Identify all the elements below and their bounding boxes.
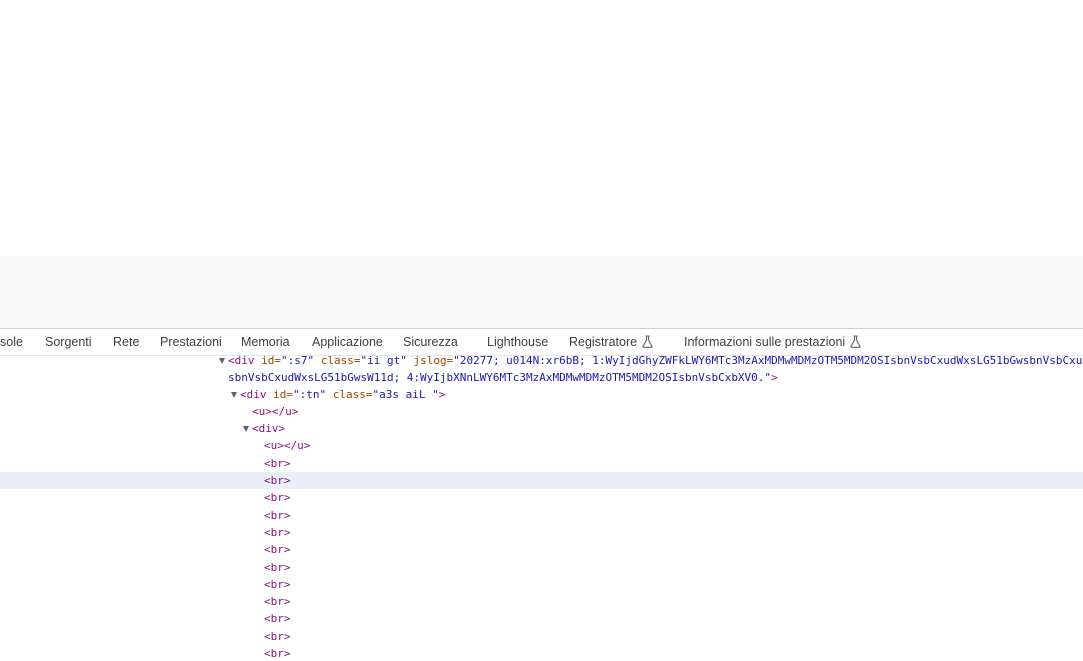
tab-memory[interactable]: Memoria bbox=[241, 329, 290, 355]
tag-br: <br> bbox=[264, 457, 291, 470]
dom-node-br[interactable]: <br> bbox=[0, 628, 1083, 645]
tab-console[interactable]: sole bbox=[0, 329, 23, 355]
tag-br: <br> bbox=[264, 578, 291, 591]
dom-node-br[interactable]: <br> bbox=[0, 507, 1083, 524]
attr-name: class= bbox=[314, 356, 361, 367]
tag-br: <br> bbox=[264, 526, 291, 539]
tag-br: <br> bbox=[264, 630, 291, 643]
tag-br: <br> bbox=[264, 474, 291, 487]
tab-security[interactable]: Sicurezza bbox=[403, 329, 458, 355]
attr-name: class= bbox=[326, 388, 373, 401]
attr-name: jslog= bbox=[406, 356, 454, 367]
attr-value: "a3s aiL " bbox=[372, 388, 439, 401]
tag-open: <div bbox=[240, 388, 267, 401]
dom-node-div-tn[interactable]: <div id=":tn" class="a3s aiL "> bbox=[0, 386, 1083, 403]
devtools-tabbar: sole Sorgenti Rete Prestazioni Memoria A… bbox=[0, 328, 1083, 356]
tag-close: > bbox=[771, 371, 778, 384]
attr-value: sbnVsbCxudWxsLG51bGwsW11d; 4:WyIjbXNnLWY… bbox=[228, 371, 772, 384]
dom-node-br[interactable]: <br> bbox=[0, 489, 1083, 506]
dom-node-br[interactable]: <br> bbox=[0, 455, 1083, 472]
attr-value: "ii gt" bbox=[360, 356, 407, 367]
tag-br: <br> bbox=[264, 612, 291, 625]
dom-node-u[interactable]: <u></u> bbox=[0, 437, 1083, 454]
attr-value: "20277; u014N:xr6bB; 1:WyIjdGhyZWFkLWY6M… bbox=[453, 356, 1083, 367]
viewport-bottom-area bbox=[0, 256, 1083, 328]
dom-node-div[interactable]: <div> bbox=[0, 420, 1083, 437]
tag-br: <br> bbox=[264, 595, 291, 608]
tag-br: <br> bbox=[264, 647, 291, 660]
attr-value: ":s7" bbox=[281, 356, 315, 367]
tag-u: <u></u> bbox=[264, 439, 311, 452]
attr-name: id= bbox=[266, 388, 293, 401]
tag-u: <u></u> bbox=[252, 405, 299, 418]
tab-performance[interactable]: Prestazioni bbox=[160, 329, 222, 355]
tab-performance-insights[interactable]: Informazioni sulle prestazioni bbox=[684, 329, 861, 355]
dom-node-br[interactable]: <br> bbox=[0, 645, 1083, 661]
dom-node-br[interactable]: <br> bbox=[0, 559, 1083, 576]
attr-name: id= bbox=[254, 356, 281, 367]
tab-lighthouse[interactable]: Lighthouse bbox=[487, 329, 548, 355]
tag-close: > bbox=[438, 388, 446, 401]
tab-performance-insights-label: Informazioni sulle prestazioni bbox=[684, 335, 846, 349]
tab-application[interactable]: Applicazione bbox=[312, 329, 383, 355]
tag-br: <br> bbox=[264, 543, 291, 556]
tag-br: <br> bbox=[264, 561, 291, 574]
tag-open: <div bbox=[228, 356, 255, 367]
attr-value: ":tn" bbox=[293, 388, 327, 401]
dom-node-u[interactable]: <u></u> bbox=[0, 403, 1083, 420]
dom-node-br[interactable]: <br> bbox=[0, 593, 1083, 610]
dom-node-br[interactable]: <br> bbox=[0, 541, 1083, 558]
tag-br: <br> bbox=[264, 509, 291, 522]
tag-div: <div> bbox=[252, 422, 286, 435]
flask-icon bbox=[642, 335, 653, 348]
tab-sources[interactable]: Sorgenti bbox=[45, 329, 92, 355]
dom-node-br[interactable]: <br> bbox=[0, 610, 1083, 627]
dom-node-br[interactable]: <br> bbox=[0, 576, 1083, 593]
tag-br: <br> bbox=[264, 491, 291, 504]
tab-recorder[interactable]: Registratore bbox=[569, 329, 653, 355]
elements-dom-tree: <div id=":s7" class="ii gt" jslog="20277… bbox=[0, 356, 1083, 661]
expand-triangle-icon[interactable] bbox=[243, 426, 249, 432]
tab-network[interactable]: Rete bbox=[113, 329, 139, 355]
dom-node-div-s7-continued[interactable]: sbnVsbCxudWxsLG51bGwsW11d; 4:WyIjbXNnLWY… bbox=[0, 369, 1083, 386]
page-viewport bbox=[0, 0, 1083, 256]
dom-node-div-s7[interactable]: <div id=":s7" class="ii gt" jslog="20277… bbox=[0, 356, 1083, 369]
tab-recorder-label: Registratore bbox=[569, 335, 638, 349]
expand-triangle-icon[interactable] bbox=[231, 392, 237, 398]
dom-node-br-selected[interactable]: <br> bbox=[0, 472, 1083, 489]
expand-triangle-icon[interactable] bbox=[219, 358, 225, 364]
dom-node-br[interactable]: <br> bbox=[0, 524, 1083, 541]
flask-icon bbox=[850, 335, 861, 348]
